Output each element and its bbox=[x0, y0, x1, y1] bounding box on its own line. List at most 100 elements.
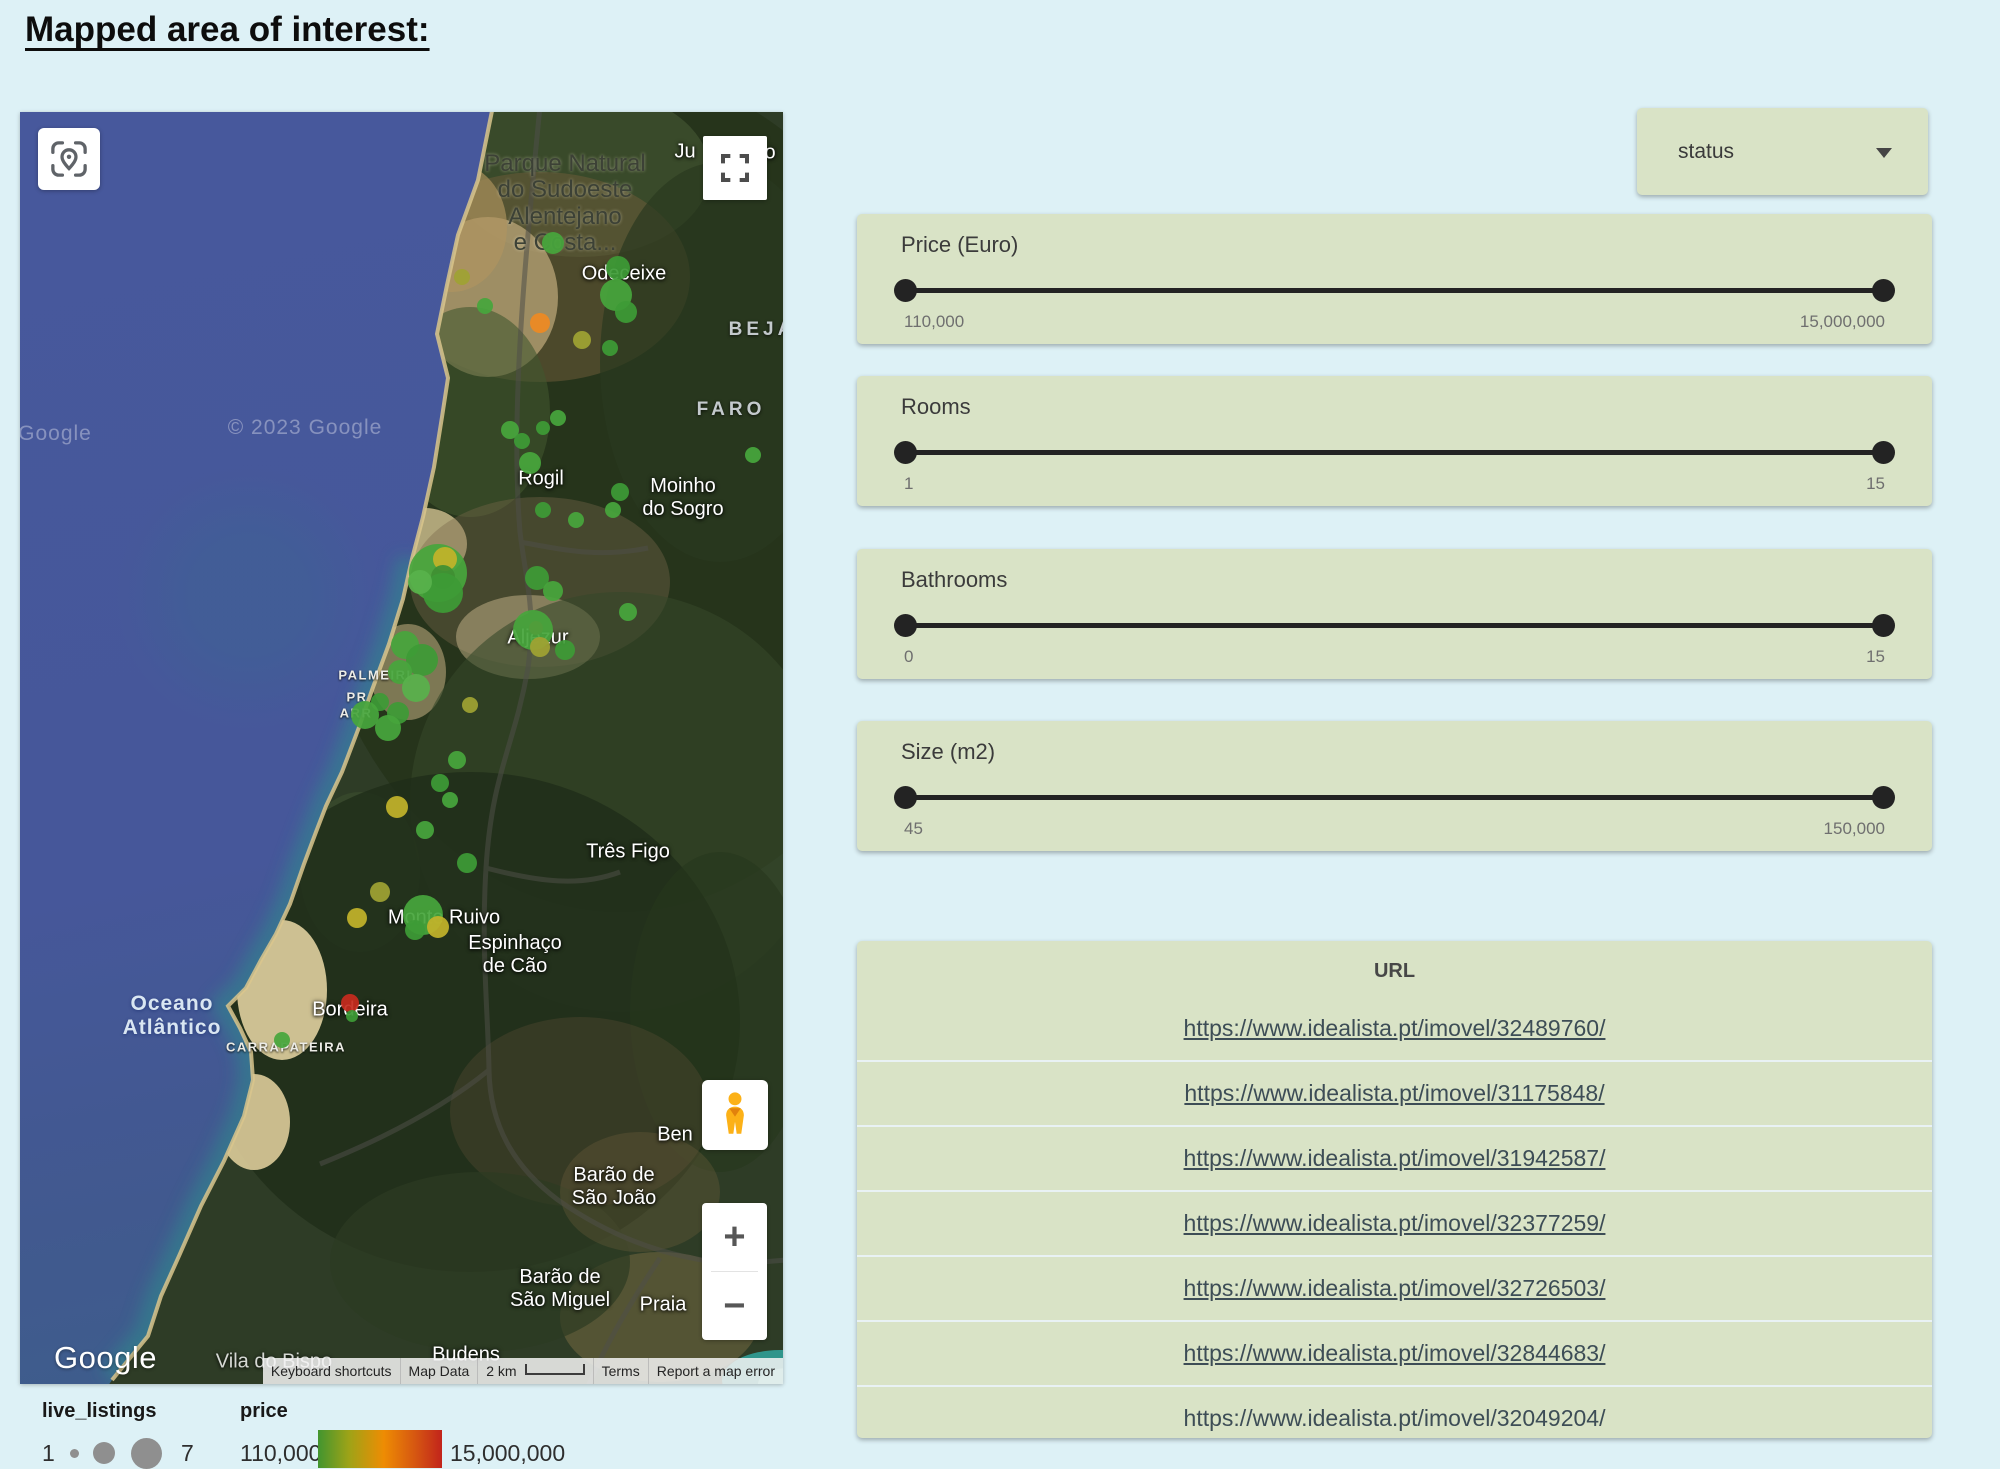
listing-marker[interactable] bbox=[370, 882, 390, 902]
keyboard-shortcuts-button[interactable]: Keyboard shortcuts bbox=[263, 1358, 400, 1384]
chevron-down-icon bbox=[1876, 148, 1892, 158]
listing-marker[interactable] bbox=[454, 269, 470, 285]
bathrooms-filter-panel: Bathrooms 0 15 bbox=[857, 549, 1932, 679]
bathrooms-slider-track[interactable] bbox=[905, 623, 1884, 628]
listing-marker[interactable] bbox=[457, 853, 477, 873]
listing-marker[interactable] bbox=[346, 1010, 358, 1022]
listing-marker[interactable] bbox=[611, 483, 629, 501]
listing-marker[interactable] bbox=[448, 751, 466, 769]
listing-marker[interactable] bbox=[550, 410, 566, 426]
listing-url-link[interactable]: https://www.idealista.pt/imovel/32844683… bbox=[1184, 1340, 1606, 1367]
size-slider-min-value: 45 bbox=[904, 819, 923, 839]
size-slider-max-value: 150,000 bbox=[1824, 819, 1885, 839]
listing-marker[interactable] bbox=[745, 447, 761, 463]
status-dropdown-label: status bbox=[1678, 140, 1734, 164]
rooms-slider-label: Rooms bbox=[901, 394, 971, 420]
listing-marker[interactable] bbox=[274, 1032, 290, 1048]
map[interactable]: Parque Natural do Sudoeste Alentejano e … bbox=[20, 112, 783, 1384]
legend-size-min: 1 bbox=[42, 1440, 55, 1467]
listing-marker[interactable] bbox=[427, 916, 449, 938]
map-markers bbox=[20, 112, 783, 1384]
my-location-button[interactable] bbox=[38, 128, 100, 190]
rooms-slider-min-value: 1 bbox=[904, 474, 913, 494]
listing-marker[interactable] bbox=[519, 452, 541, 474]
zoom-out-button[interactable]: − bbox=[702, 1272, 767, 1340]
listing-marker[interactable] bbox=[619, 603, 637, 621]
listing-marker[interactable] bbox=[477, 298, 493, 314]
legend-circle-small bbox=[70, 1449, 79, 1458]
listing-marker[interactable] bbox=[416, 821, 434, 839]
listings-table: URL https://www.idealista.pt/imovel/3248… bbox=[857, 941, 1932, 1438]
listing-url-link[interactable]: https://www.idealista.pt/imovel/31942587… bbox=[1184, 1145, 1606, 1172]
pegman-icon bbox=[717, 1091, 753, 1139]
rooms-slider-max-value: 15 bbox=[1866, 474, 1885, 494]
location-scan-icon bbox=[47, 137, 91, 181]
listing-marker[interactable] bbox=[442, 792, 458, 808]
listing-marker[interactable] bbox=[606, 256, 630, 280]
listing-marker[interactable] bbox=[405, 920, 425, 940]
fullscreen-button[interactable] bbox=[703, 136, 767, 200]
listing-marker[interactable] bbox=[542, 232, 564, 254]
bathrooms-slider-handle-max[interactable] bbox=[1872, 614, 1895, 637]
listing-marker[interactable] bbox=[431, 774, 449, 792]
table-row: https://www.idealista.pt/imovel/31942587… bbox=[857, 1125, 1932, 1190]
listing-marker[interactable] bbox=[462, 697, 478, 713]
map-scale: 2 km bbox=[477, 1358, 592, 1384]
listing-marker[interactable] bbox=[530, 313, 550, 333]
listing-marker[interactable] bbox=[615, 301, 637, 323]
terms-link[interactable]: Terms bbox=[593, 1358, 648, 1384]
price-slider-handle-max[interactable] bbox=[1872, 279, 1895, 302]
listing-marker[interactable] bbox=[536, 421, 550, 435]
price-filter-panel: Price (Euro) 110,000 15,000,000 bbox=[857, 214, 1932, 344]
listing-marker[interactable] bbox=[605, 502, 621, 518]
listing-marker[interactable] bbox=[555, 640, 575, 660]
bathrooms-slider-label: Bathrooms bbox=[901, 567, 1007, 593]
fullscreen-icon bbox=[715, 148, 755, 188]
price-slider-handle-min[interactable] bbox=[894, 279, 917, 302]
size-slider-track[interactable] bbox=[905, 795, 1884, 800]
listing-marker[interactable] bbox=[573, 331, 591, 349]
listing-marker[interactable] bbox=[530, 637, 550, 657]
listing-url-link[interactable]: https://www.idealista.pt/imovel/32377259… bbox=[1184, 1210, 1606, 1237]
price-slider-track[interactable] bbox=[905, 288, 1884, 293]
table-row: https://www.idealista.pt/imovel/31175848… bbox=[857, 1060, 1932, 1125]
status-dropdown[interactable]: status bbox=[1637, 108, 1928, 195]
listing-marker[interactable] bbox=[386, 796, 408, 818]
legend-color-max: 15,000,000 bbox=[450, 1440, 565, 1467]
legend-color-gradient bbox=[318, 1430, 442, 1468]
listing-marker[interactable] bbox=[568, 512, 584, 528]
rooms-slider-handle-min[interactable] bbox=[894, 441, 917, 464]
rooms-slider-track[interactable] bbox=[905, 450, 1884, 455]
listing-url-link[interactable]: https://www.idealista.pt/imovel/31175848… bbox=[1184, 1080, 1604, 1107]
pegman-button[interactable] bbox=[702, 1080, 768, 1150]
url-table-body: https://www.idealista.pt/imovel/32489760… bbox=[857, 997, 1932, 1438]
listing-marker[interactable] bbox=[375, 715, 401, 741]
size-slider-handle-max[interactable] bbox=[1872, 786, 1895, 809]
zoom-control: + − bbox=[702, 1203, 767, 1340]
size-slider-handle-min[interactable] bbox=[894, 786, 917, 809]
listing-marker[interactable] bbox=[408, 570, 432, 594]
google-logo[interactable]: Google bbox=[54, 1340, 157, 1376]
listing-url-link[interactable]: https://www.idealista.pt/imovel/32726503… bbox=[1184, 1275, 1606, 1302]
report-error-link[interactable]: Report a map error bbox=[648, 1358, 783, 1384]
listing-marker[interactable] bbox=[402, 674, 430, 702]
rooms-filter-panel: Rooms 1 15 bbox=[857, 376, 1932, 506]
listing-marker[interactable] bbox=[347, 908, 367, 928]
scale-text: 2 km bbox=[486, 1363, 516, 1379]
zoom-in-button[interactable]: + bbox=[702, 1203, 767, 1271]
table-row: https://www.idealista.pt/imovel/32049204… bbox=[857, 1385, 1932, 1438]
map-data-button[interactable]: Map Data bbox=[400, 1358, 478, 1384]
listing-marker[interactable] bbox=[514, 433, 530, 449]
legend-color-min: 110,000 bbox=[240, 1440, 321, 1467]
bathrooms-slider-handle-min[interactable] bbox=[894, 614, 917, 637]
price-slider-max-value: 15,000,000 bbox=[1800, 312, 1885, 332]
listing-marker[interactable] bbox=[602, 340, 618, 356]
rooms-slider-handle-max[interactable] bbox=[1872, 441, 1895, 464]
listing-url-link[interactable]: https://www.idealista.pt/imovel/32049204… bbox=[1184, 1405, 1606, 1432]
listing-url-link[interactable]: https://www.idealista.pt/imovel/32489760… bbox=[1184, 1015, 1606, 1042]
listing-marker[interactable] bbox=[543, 581, 563, 601]
legend-color-title: price bbox=[240, 1400, 288, 1423]
table-row: https://www.idealista.pt/imovel/32377259… bbox=[857, 1190, 1932, 1255]
price-slider-min-value: 110,000 bbox=[904, 312, 964, 332]
listing-marker[interactable] bbox=[535, 502, 551, 518]
